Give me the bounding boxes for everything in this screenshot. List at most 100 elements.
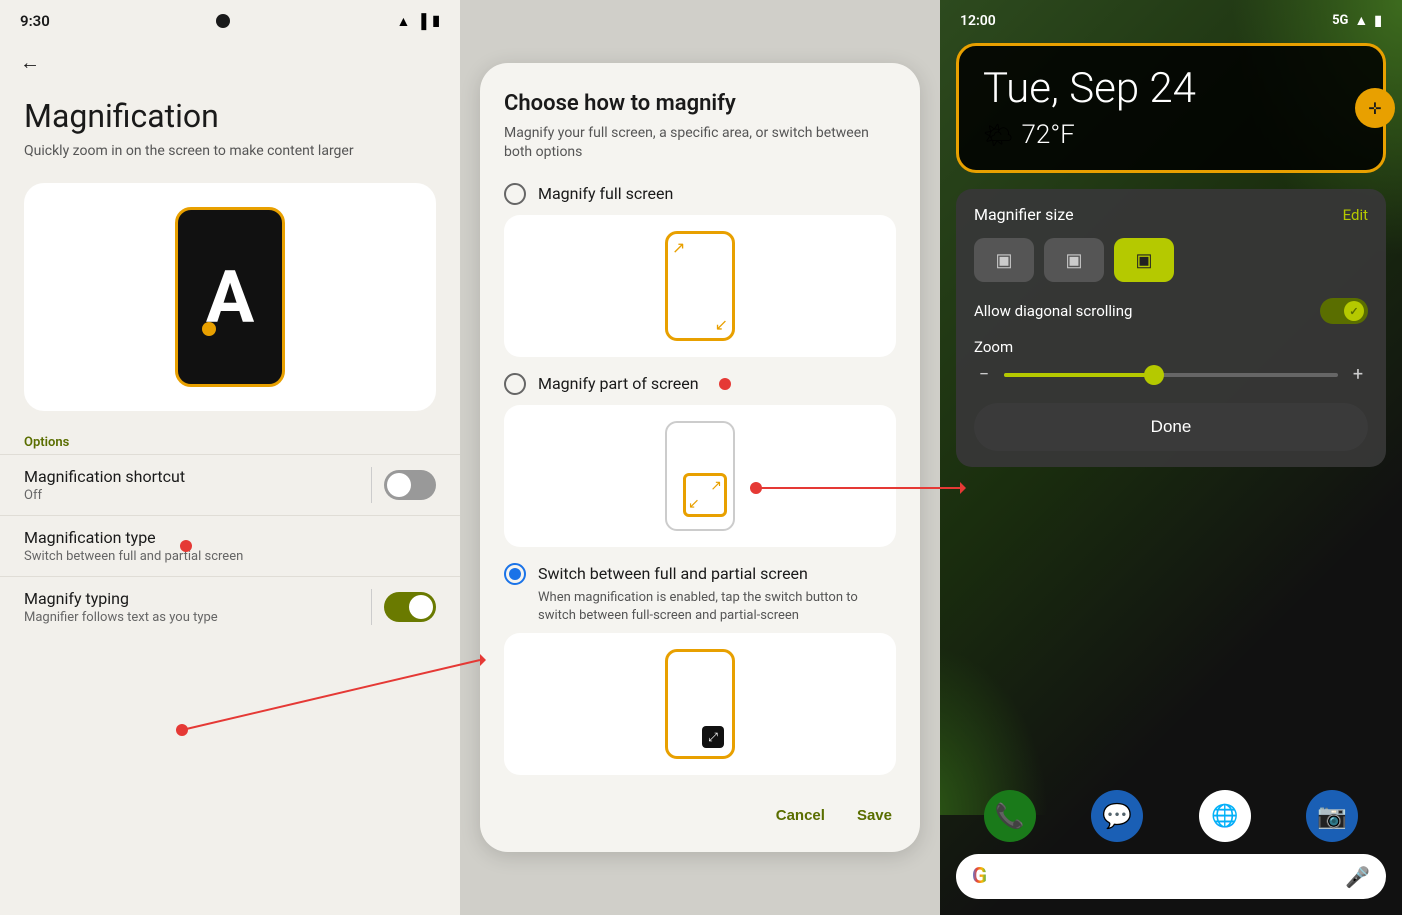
- magnifier-panel: Magnifier size Edit ▣ ▣ ▣ Allow diagonal…: [956, 189, 1386, 467]
- app-icon-phone[interactable]: 📞: [984, 790, 1036, 842]
- zoom-minus-button[interactable]: −: [974, 364, 994, 385]
- move-button[interactable]: ✛: [1355, 88, 1395, 128]
- google-logo: G: [972, 864, 987, 889]
- size-small-icon: ▣: [995, 250, 1012, 271]
- toggle-thumb-typing: [409, 595, 433, 619]
- weather-temp: 72°F: [1021, 120, 1074, 150]
- done-button[interactable]: Done: [974, 403, 1368, 451]
- zoom-plus-button[interactable]: +: [1348, 364, 1368, 385]
- radio-circle-fullscreen[interactable]: [504, 183, 526, 205]
- mic-icon[interactable]: 🎤: [1345, 865, 1370, 889]
- magnifier-size-label: Magnifier size: [974, 205, 1074, 224]
- divider: [371, 467, 372, 503]
- page-title: Magnification: [0, 81, 460, 139]
- setting-shortcut-title: Magnification shortcut: [24, 467, 371, 486]
- option-preview-fullscreen: ↗ ↙: [504, 215, 896, 357]
- zoom-label: Zoom: [974, 338, 1368, 356]
- settings-panel: 9:30 ▲ ▐ ▮ ← Magnification Quickly zoom …: [0, 0, 460, 915]
- switch-icon-inner: ⤢: [708, 730, 718, 745]
- chrome-app-icon: 🌐: [1211, 804, 1238, 829]
- radio-label-partial: Magnify part of screen: [504, 373, 896, 395]
- clock-widget: Tue, Sep 24 🌤 72°F ✛: [956, 43, 1386, 173]
- radio-label-fullscreen: Magnify full screen: [504, 183, 896, 205]
- option-preview-switch: ⤢: [504, 633, 896, 775]
- setting-item-type[interactable]: Magnification type Switch between full a…: [0, 515, 460, 576]
- dock-apps: 📞 💬 🌐 📷: [956, 790, 1386, 842]
- setting-item-shortcut[interactable]: Magnification shortcut Off: [0, 454, 460, 515]
- phone-icon-full: ↗ ↙: [665, 231, 735, 341]
- radio-text-fullscreen: Magnify full screen: [538, 184, 673, 203]
- option-preview-partial: ↙ ↗: [504, 405, 896, 547]
- size-medium-icon: ▣: [1065, 250, 1082, 271]
- setting-typing-right: [371, 589, 436, 625]
- size-btn-large[interactable]: ▣: [1114, 238, 1174, 282]
- save-button[interactable]: Save: [853, 799, 896, 832]
- page-subtitle: Quickly zoom in on the screen to make co…: [0, 139, 460, 175]
- options-label: Options: [0, 427, 460, 454]
- size-btn-small[interactable]: ▣: [974, 238, 1034, 282]
- phone-content: Tue, Sep 24 🌤 72°F ✛ Magnifier size Edit…: [940, 35, 1402, 782]
- zoom-slider-fill: [1004, 373, 1154, 377]
- clock-date: Tue, Sep 24: [983, 66, 1359, 112]
- camera-dot: [216, 14, 230, 28]
- radio-circle-switch[interactable]: [504, 563, 526, 585]
- radio-option-partial[interactable]: Magnify part of screen ↙ ↗: [504, 373, 896, 547]
- radio-text-partial: Magnify part of screen: [538, 374, 699, 393]
- phone-mini-letter: A: [206, 255, 254, 340]
- phone-app-icon: 📞: [995, 802, 1025, 830]
- shortcut-toggle[interactable]: [384, 470, 436, 500]
- phone-icon-part: ↙ ↗: [665, 421, 735, 531]
- phone-battery-icon: ▮: [1374, 13, 1382, 29]
- arrow-dot-type: [180, 540, 192, 552]
- magnify-box: ↙ ↗: [683, 473, 727, 517]
- cancel-button[interactable]: Cancel: [772, 799, 829, 832]
- app-icon-chrome[interactable]: 🌐: [1199, 790, 1251, 842]
- radio-option-switch[interactable]: Switch between full and partial screen W…: [504, 563, 896, 775]
- diagonal-toggle[interactable]: ✓: [1320, 298, 1368, 324]
- google-search-bar[interactable]: G 🎤: [956, 854, 1386, 899]
- toggle-green-thumb: ✓: [1344, 301, 1364, 321]
- phone-panel: 12:00 5G ▲ ▮ Tue, Sep 24 🌤 72°F ✛ Magnif…: [940, 0, 1402, 915]
- radio-option-fullscreen[interactable]: Magnify full screen ↗ ↙: [504, 183, 896, 357]
- divider-typing: [371, 589, 372, 625]
- size-large-icon: ▣: [1135, 250, 1152, 271]
- zoom-slider-thumb[interactable]: [1144, 365, 1164, 385]
- typing-toggle[interactable]: [384, 592, 436, 622]
- phone-icon-switch: ⤢: [665, 649, 735, 759]
- magnify-tl: ↙: [688, 496, 700, 512]
- magnifier-edit-button[interactable]: Edit: [1343, 206, 1368, 224]
- dialog-actions: Cancel Save: [504, 791, 896, 832]
- phone-status-bar: 12:00 5G ▲ ▮: [940, 0, 1402, 35]
- phone-time: 12:00: [960, 13, 996, 29]
- switch-desc: When magnification is enabled, tap the s…: [538, 589, 896, 625]
- setting-item-shortcut-left: Magnification shortcut Off: [24, 467, 371, 503]
- weather-icon: 🌤: [983, 121, 1013, 149]
- zoom-slider[interactable]: [1004, 373, 1338, 377]
- switch-icon: ⤢: [702, 726, 724, 748]
- camera-app-icon: 📷: [1317, 802, 1347, 830]
- size-btn-medium[interactable]: ▣: [1044, 238, 1104, 282]
- arrow-dot-partial: [719, 378, 731, 390]
- move-icon: ✛: [1368, 99, 1381, 118]
- zoom-row: Zoom − +: [974, 338, 1368, 385]
- battery-icon: ▮: [432, 13, 440, 29]
- magnifier-title-row: Magnifier size Edit: [974, 205, 1368, 224]
- wifi-icon: ▲: [396, 13, 410, 30]
- toggle-thumb: [387, 473, 411, 497]
- check-icon: ✓: [1349, 305, 1358, 318]
- magnify-tr: ↗: [710, 478, 722, 494]
- setting-type-desc: Switch between full and partial screen: [24, 549, 436, 564]
- dialog-card: Choose how to magnify Magnify your full …: [480, 63, 920, 853]
- back-button[interactable]: ←: [0, 36, 460, 81]
- phone-5g-icon: 5G: [1332, 13, 1348, 28]
- setting-item-typing[interactable]: Magnify typing Magnifier follows text as…: [0, 576, 460, 637]
- radio-text-switch: Switch between full and partial screen: [538, 564, 808, 583]
- signal-icon: ▐: [416, 13, 426, 30]
- radio-circle-partial[interactable]: [504, 373, 526, 395]
- setting-typing-title: Magnify typing: [24, 589, 371, 608]
- phone-status-icons: 5G ▲ ▮: [1332, 12, 1382, 29]
- app-icon-camera[interactable]: 📷: [1306, 790, 1358, 842]
- app-icon-messages[interactable]: 💬: [1091, 790, 1143, 842]
- setting-typing-desc: Magnifier follows text as you type: [24, 610, 371, 625]
- clock-weather: 🌤 72°F: [983, 120, 1359, 150]
